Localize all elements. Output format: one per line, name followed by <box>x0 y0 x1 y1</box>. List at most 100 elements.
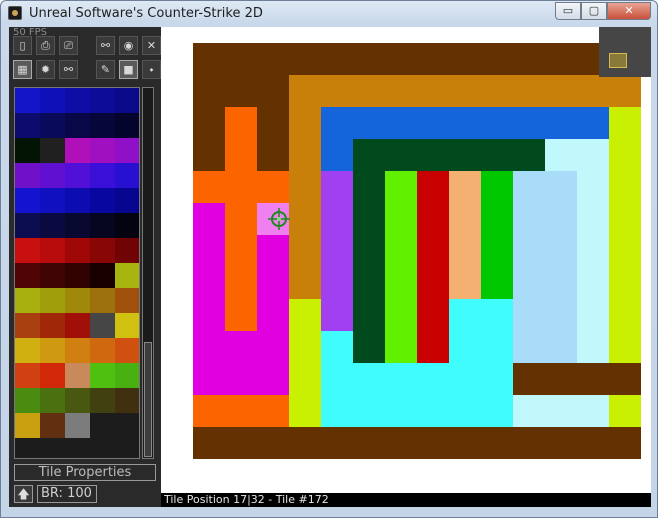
palette-tile[interactable] <box>15 388 40 413</box>
palette-tile[interactable] <box>15 288 40 313</box>
palette-tile[interactable] <box>15 88 40 113</box>
palette-tile[interactable] <box>65 263 90 288</box>
palette-tile[interactable] <box>15 213 40 238</box>
palette-tile[interactable] <box>90 388 115 413</box>
palette-tile[interactable] <box>115 313 139 338</box>
palette-tile[interactable] <box>40 213 65 238</box>
palette-tile[interactable] <box>40 363 65 388</box>
maximize-button[interactable]: ▢ <box>581 2 607 20</box>
tiles-mode-icon[interactable]: ▦ <box>13 60 32 79</box>
palette-tile[interactable] <box>65 363 90 388</box>
palette-tile[interactable] <box>15 313 40 338</box>
palette-tile[interactable] <box>65 288 90 313</box>
palette-tile[interactable] <box>115 288 139 313</box>
palette-tile[interactable] <box>90 238 115 263</box>
palette-tile[interactable] <box>90 163 115 188</box>
palette-tile[interactable] <box>65 238 90 263</box>
minimap-viewport[interactable] <box>609 53 627 68</box>
palette-tile[interactable] <box>15 263 40 288</box>
map-canvas[interactable] <box>161 27 651 493</box>
palette-tile[interactable] <box>65 313 90 338</box>
tile-properties-button[interactable]: Tile Properties <box>14 464 156 481</box>
palette-tile[interactable] <box>90 188 115 213</box>
palette-tile[interactable] <box>40 138 65 163</box>
palette-scroll-thumb[interactable] <box>144 342 152 457</box>
palette-tile[interactable] <box>90 113 115 138</box>
palette-tile[interactable] <box>40 238 65 263</box>
map-tile-region <box>321 171 353 331</box>
palette-tile[interactable] <box>15 338 40 363</box>
palette-tile[interactable] <box>40 163 65 188</box>
palette-tile[interactable] <box>65 113 90 138</box>
palette-tile[interactable] <box>15 163 40 188</box>
palette-tile[interactable] <box>65 163 90 188</box>
palette-tile[interactable] <box>90 88 115 113</box>
palette-tile[interactable] <box>40 113 65 138</box>
close-tool-icon[interactable]: ✕ <box>142 36 161 55</box>
map-view[interactable] <box>161 27 651 493</box>
palette-tile[interactable] <box>65 188 90 213</box>
palette-tile[interactable] <box>90 413 115 438</box>
palette-tile[interactable] <box>65 413 90 438</box>
palette-tile[interactable] <box>40 313 65 338</box>
up-arrow-button[interactable]: 🡅 <box>14 485 33 503</box>
palette-tile[interactable] <box>40 188 65 213</box>
palette-tile[interactable] <box>90 288 115 313</box>
palette-tile[interactable] <box>15 238 40 263</box>
fill-tool-icon[interactable]: ⬩ <box>142 60 161 79</box>
brush-row: 🡅 BR: 100 <box>14 485 97 503</box>
close-button[interactable]: ✕ <box>607 2 651 20</box>
palette-scrollbar[interactable] <box>142 87 154 459</box>
window-title: Unreal Software's Counter-Strike 2D <box>29 6 263 21</box>
load-map-icon[interactable]: ⎙ <box>36 36 55 55</box>
new-map-icon[interactable]: ▯ <box>13 36 32 55</box>
palette-tile[interactable] <box>90 263 115 288</box>
palette-tile[interactable] <box>15 188 40 213</box>
palette-tile[interactable] <box>40 388 65 413</box>
palette-tile[interactable] <box>40 288 65 313</box>
palette-tile[interactable] <box>115 213 139 238</box>
palette-tile[interactable] <box>65 88 90 113</box>
palette-tile[interactable] <box>115 88 139 113</box>
palette-tile[interactable] <box>15 413 40 438</box>
palette-tile[interactable] <box>65 213 90 238</box>
light-entity-icon[interactable]: ✹ <box>36 60 55 79</box>
palette-tile[interactable] <box>115 188 139 213</box>
palette-tile[interactable] <box>115 163 139 188</box>
palette-tile[interactable] <box>115 138 139 163</box>
pencil-tool-icon[interactable]: ✎ <box>96 60 115 79</box>
palette-tile[interactable] <box>40 88 65 113</box>
save-map-icon[interactable]: ⎚ <box>59 36 78 55</box>
palette-tile[interactable] <box>90 313 115 338</box>
palette-tile[interactable] <box>15 363 40 388</box>
palette-tile[interactable] <box>40 263 65 288</box>
palette-tile[interactable] <box>65 388 90 413</box>
palette-tile[interactable] <box>90 138 115 163</box>
palette-tile[interactable] <box>115 238 139 263</box>
palette-tile[interactable] <box>90 338 115 363</box>
palette-tile[interactable] <box>115 113 139 138</box>
tile-palette[interactable] <box>14 87 140 459</box>
rect-tool-icon[interactable]: ■ <box>119 60 138 79</box>
palette-tile[interactable] <box>15 138 40 163</box>
palette-tile[interactable] <box>15 113 40 138</box>
palette-tile[interactable] <box>65 338 90 363</box>
palette-tile[interactable] <box>40 338 65 363</box>
view-eye-icon[interactable]: ◉ <box>119 36 138 55</box>
palette-tile[interactable] <box>115 338 139 363</box>
app-icon <box>8 6 22 20</box>
palette-tile[interactable] <box>115 388 139 413</box>
minimap[interactable] <box>599 27 651 77</box>
minimize-button[interactable]: ▭ <box>555 2 581 20</box>
palette-tile[interactable] <box>65 138 90 163</box>
palette-tile[interactable] <box>115 263 139 288</box>
link-tool-icon[interactable]: ⚯ <box>96 36 115 55</box>
palette-tile[interactable] <box>90 363 115 388</box>
palette-tile[interactable] <box>90 213 115 238</box>
brush-size-field[interactable]: BR: 100 <box>37 485 97 503</box>
palette-tile[interactable] <box>40 413 65 438</box>
title-bar[interactable]: Unreal Software's Counter-Strike 2D ▭ ▢ … <box>1 1 657 27</box>
palette-tile[interactable] <box>115 363 139 388</box>
trigger-tool-icon[interactable]: ⚯ <box>59 60 78 79</box>
palette-tile[interactable] <box>115 413 139 438</box>
